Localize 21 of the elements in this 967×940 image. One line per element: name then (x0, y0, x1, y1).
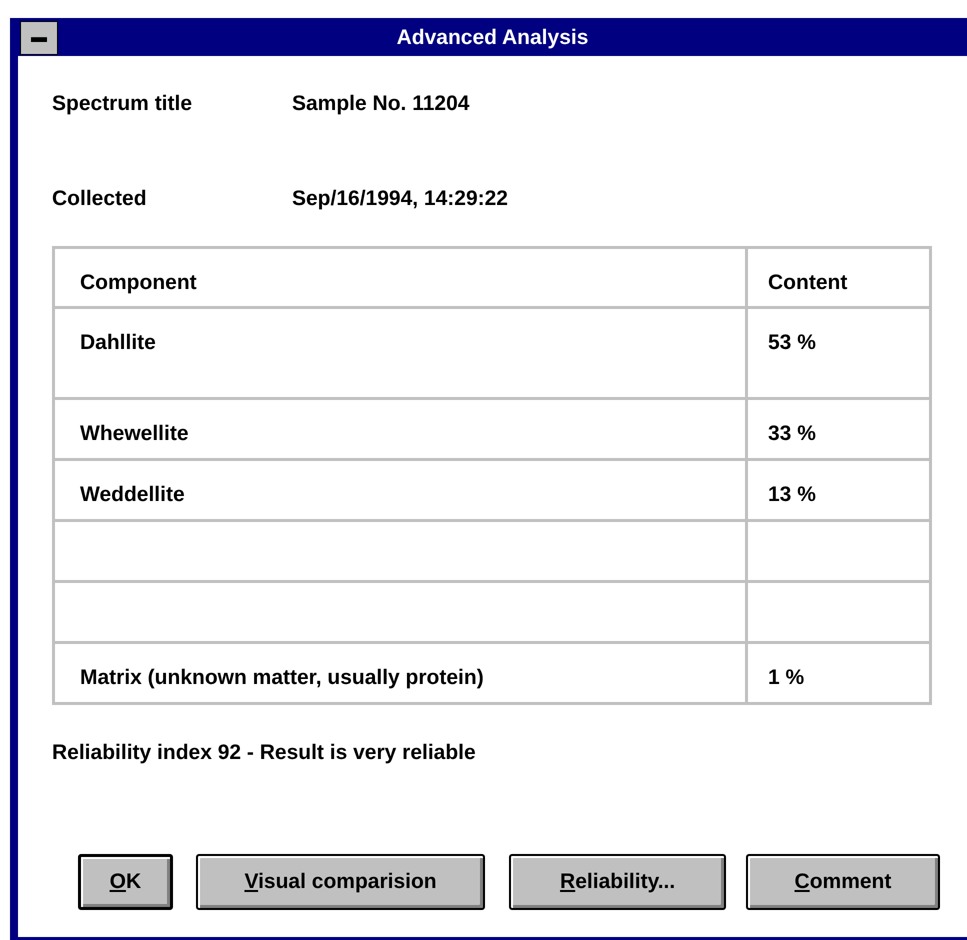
dialog-button[interactable]: Comment (746, 854, 940, 910)
system-menu-button[interactable]: ▬ (20, 21, 58, 55)
field-value: Sep/16/1994, 14:29:22 (292, 186, 508, 212)
table-cell: Weddellite (55, 461, 748, 519)
table-cell: Whewellite (55, 400, 748, 458)
table-cell-text: 13 % (767, 482, 817, 508)
table-cell: Matrix (unknown matter, usually protein) (55, 644, 748, 702)
table-cell-text: 33 % (767, 421, 817, 447)
dialog-button[interactable]: OK (78, 854, 173, 910)
reliability-text: Reliability index 92 - Result is very reliable (52, 740, 477, 766)
column-header: Content (767, 270, 848, 296)
table-cell-text: 1 % (767, 665, 806, 691)
dialog-button[interactable]: Visual comparision (196, 854, 486, 910)
column-header: Component (55, 249, 748, 306)
field-label: Spectrum title (52, 90, 194, 117)
table-cell: Dahllite (55, 309, 748, 397)
field-label: Collected (52, 186, 148, 212)
field-value: Sample No. 11204 (292, 90, 470, 117)
table-cell-text: 53 % (767, 330, 817, 356)
dialog-button[interactable]: Reliability... (509, 854, 726, 910)
window-title: Advanced Analysis (396, 25, 590, 52)
